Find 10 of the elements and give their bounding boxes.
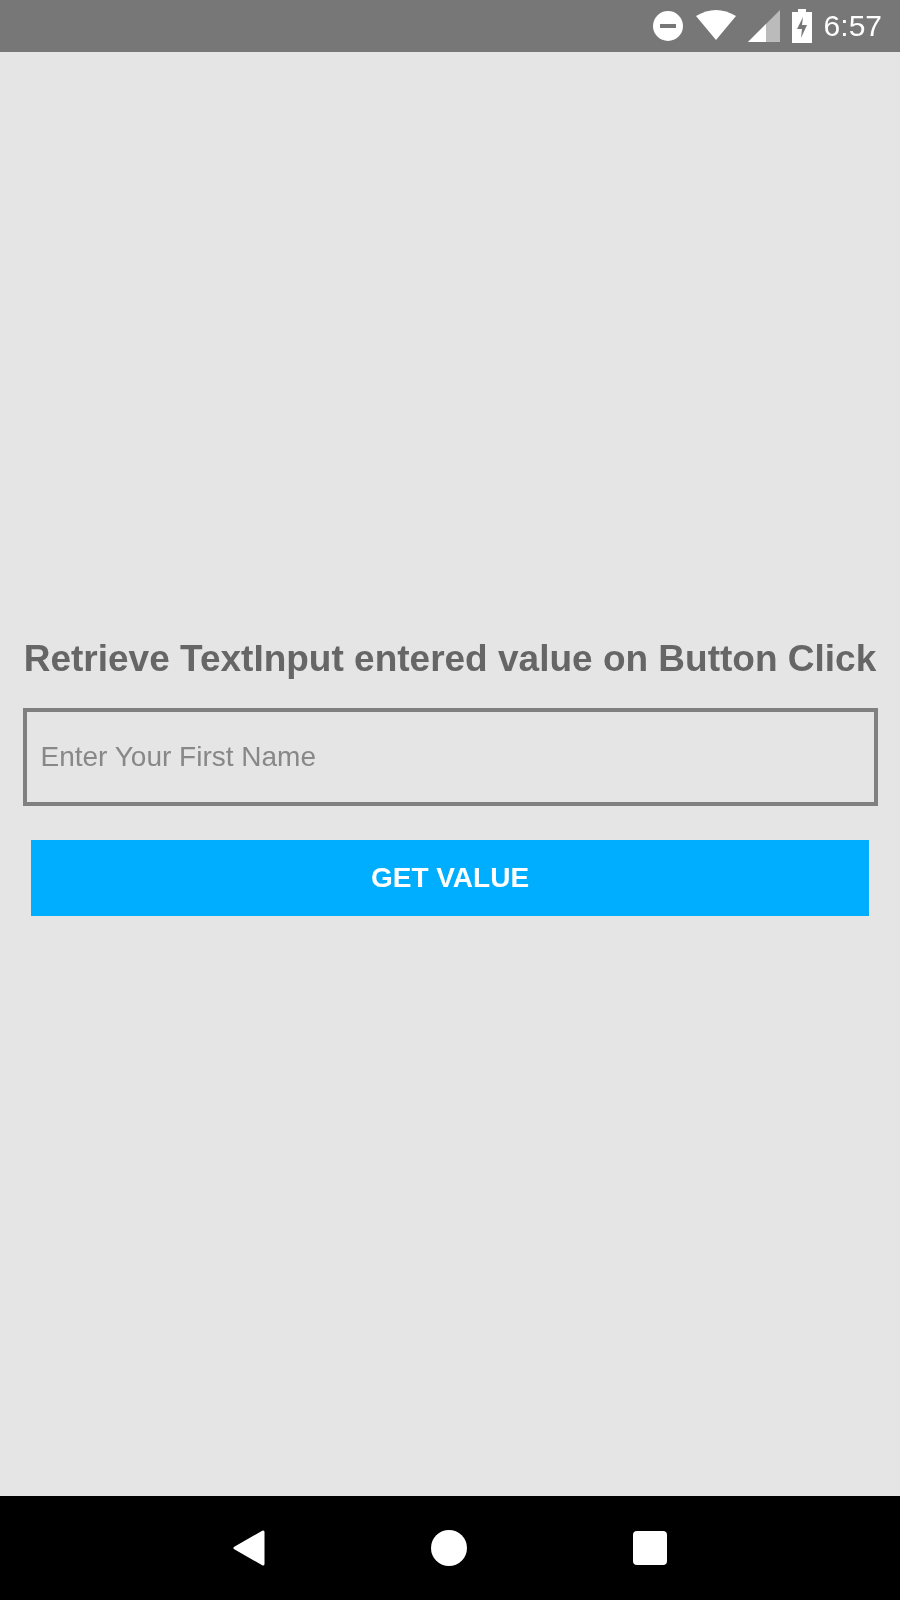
get-value-button[interactable]: GET VALUE <box>31 839 869 916</box>
back-icon[interactable] <box>233 1530 265 1566</box>
home-icon[interactable] <box>431 1530 467 1566</box>
battery-charging-icon <box>791 9 812 43</box>
screen-title: Retrieve TextInput entered value on Button Click <box>23 636 877 681</box>
clock-time: 6:57 <box>823 9 882 43</box>
first-name-input-field[interactable]: Enter Your First Name <box>22 707 878 806</box>
do-not-disturb-icon <box>651 10 684 42</box>
wifi-icon <box>695 10 736 42</box>
signal-icon <box>747 10 780 42</box>
